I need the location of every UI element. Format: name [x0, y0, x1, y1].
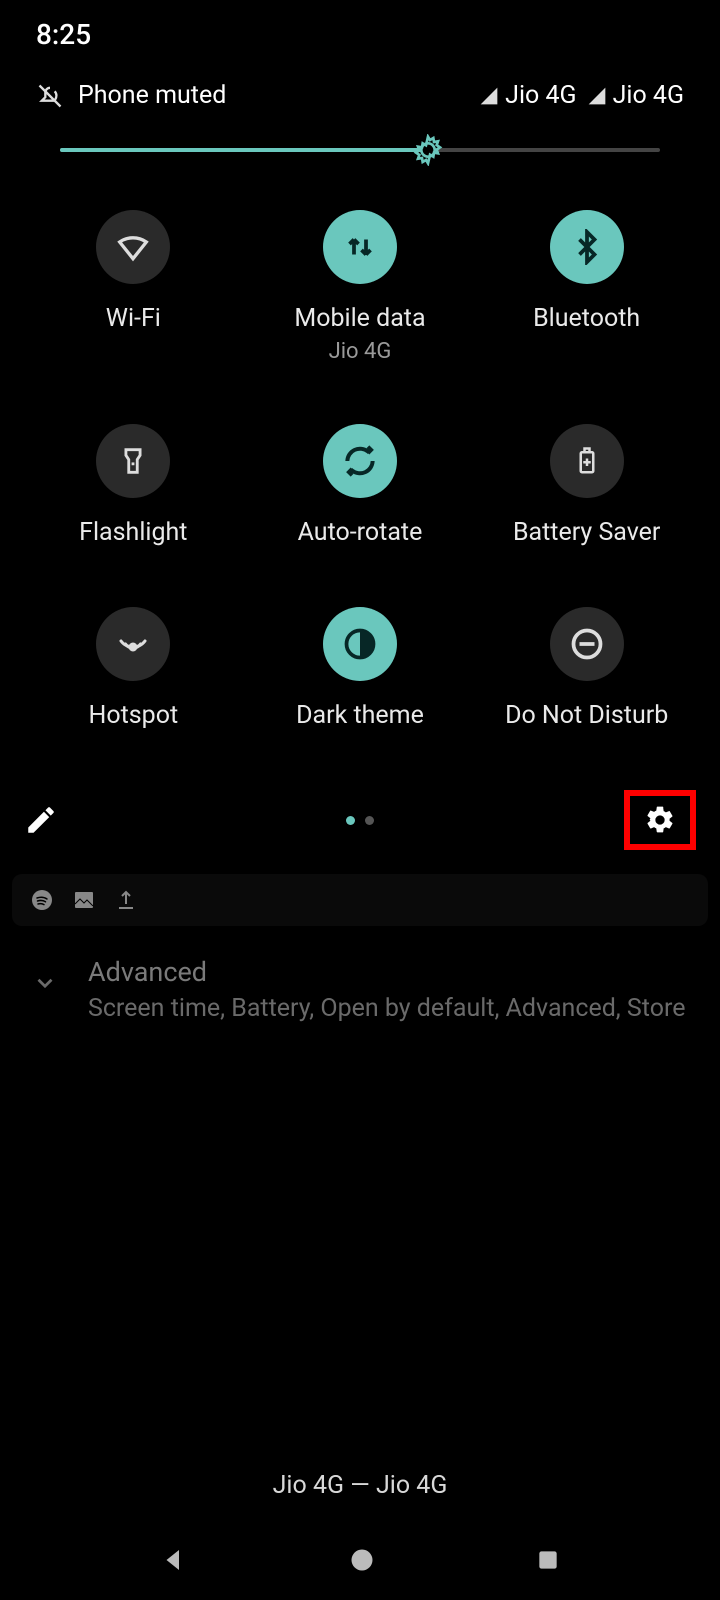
- tile-auto-rotate[interactable]: Auto-rotate: [247, 424, 474, 547]
- image-icon: [72, 888, 96, 912]
- notification-icons-bar[interactable]: [12, 874, 708, 926]
- mute-icon: [36, 82, 64, 110]
- signal-2: Jio 4G: [587, 81, 684, 110]
- tile-mobile-data[interactable]: Mobile data Jio 4G: [247, 210, 474, 364]
- tile-flashlight[interactable]: Flashlight: [20, 424, 247, 547]
- chevron-down-icon: [32, 956, 58, 1023]
- hotspot-icon: [96, 607, 170, 681]
- wifi-icon: [96, 210, 170, 284]
- brightness-thumb-icon[interactable]: [412, 134, 444, 166]
- muted-label: Phone muted: [78, 81, 226, 110]
- carrier-label: Jio 4G — Jio 4G: [0, 1471, 720, 1500]
- nav-recent[interactable]: [535, 1547, 561, 1573]
- page-dot-1: [346, 816, 355, 825]
- advanced-subtitle: Screen time, Battery, Open by default, A…: [88, 994, 685, 1023]
- upload-icon: [114, 888, 138, 912]
- clock: 8:25: [36, 18, 91, 51]
- advanced-title: Advanced: [88, 956, 685, 988]
- qs-footer: [0, 740, 720, 870]
- edit-button[interactable]: [24, 803, 58, 837]
- page-dot-2: [365, 816, 374, 825]
- tile-do-not-disturb[interactable]: Do Not Disturb: [473, 607, 700, 730]
- dnd-icon: [550, 607, 624, 681]
- dark-theme-icon: [323, 607, 397, 681]
- tile-dark-theme[interactable]: Dark theme: [247, 607, 474, 730]
- tile-battery-saver[interactable]: Battery Saver: [473, 424, 700, 547]
- status-bar: 8:25: [0, 0, 720, 51]
- signal-1: Jio 4G: [479, 81, 576, 110]
- advanced-text: Advanced Screen time, Battery, Open by d…: [88, 956, 685, 1023]
- mobile-data-icon: [323, 210, 397, 284]
- auto-rotate-icon: [323, 424, 397, 498]
- bluetooth-icon: [550, 210, 624, 284]
- navigation-bar: [0, 1520, 720, 1600]
- header-left: Phone muted: [36, 81, 226, 110]
- advanced-row[interactable]: Advanced Screen time, Battery, Open by d…: [0, 926, 720, 1053]
- tile-bluetooth[interactable]: Bluetooth: [473, 210, 700, 364]
- brightness-slider[interactable]: [0, 120, 720, 180]
- header-right: Jio 4G Jio 4G: [479, 81, 684, 110]
- page-indicator: [346, 816, 374, 825]
- battery-saver-icon: [550, 424, 624, 498]
- nav-back[interactable]: [159, 1545, 189, 1575]
- settings-button[interactable]: [624, 790, 696, 850]
- flashlight-icon: [96, 424, 170, 498]
- spotify-icon: [30, 888, 54, 912]
- tile-hotspot[interactable]: Hotspot: [20, 607, 247, 730]
- nav-home[interactable]: [348, 1546, 376, 1574]
- qs-header: Phone muted Jio 4G Jio 4G: [0, 51, 720, 120]
- tile-wifi[interactable]: Wi-Fi: [20, 210, 247, 364]
- brightness-fill: [60, 148, 425, 152]
- gear-icon: [644, 804, 676, 836]
- qs-tiles: Wi-Fi Mobile data Jio 4G Bluetooth Flash…: [0, 180, 720, 740]
